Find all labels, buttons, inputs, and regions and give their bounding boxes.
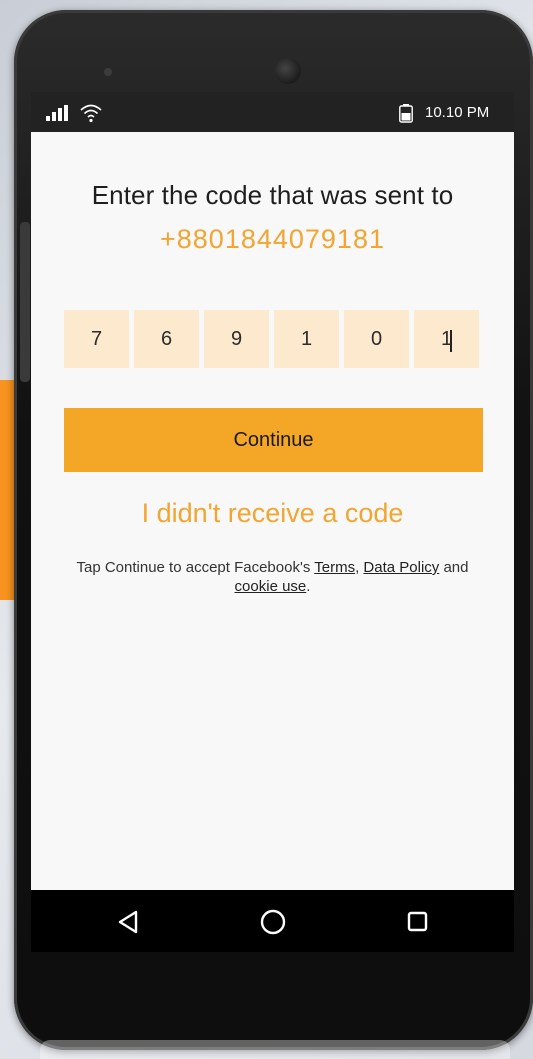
phone-number: +8801844079181 bbox=[160, 224, 385, 254]
code-digit-input[interactable]: 6 bbox=[134, 310, 199, 368]
terms-link[interactable]: Terms bbox=[314, 559, 355, 576]
code-digit-value: 9 bbox=[230, 327, 243, 350]
code-digit-input[interactable]: 1 bbox=[414, 310, 479, 368]
wifi-icon bbox=[80, 104, 102, 123]
code-digit-value: 1 bbox=[300, 327, 313, 350]
status-bar: 10.10 PM bbox=[31, 92, 514, 132]
code-digit-input[interactable]: 9 bbox=[204, 310, 269, 368]
surface-reflection bbox=[40, 1040, 510, 1059]
signal-icon bbox=[46, 105, 68, 121]
code-digit-value: 0 bbox=[370, 327, 383, 350]
legal-and: and bbox=[439, 559, 469, 576]
page-title: Enter the code that was sent to bbox=[91, 180, 454, 210]
side-button bbox=[20, 222, 30, 382]
resend-code-link[interactable]: I didn't receive a code bbox=[31, 498, 514, 529]
code-digit-value: 6 bbox=[160, 327, 173, 350]
legal-suffix: . bbox=[306, 578, 311, 595]
code-input-row: 7 6 9 1 0 1 bbox=[64, 310, 484, 368]
legal-notice: Tap Continue to accept Facebook's Terms,… bbox=[61, 558, 484, 596]
code-digit-input[interactable]: 1 bbox=[274, 310, 339, 368]
sensor-dot bbox=[104, 68, 112, 76]
recent-apps-icon[interactable] bbox=[407, 911, 428, 932]
data-policy-link[interactable]: Data Policy bbox=[363, 559, 439, 576]
continue-button[interactable]: Continue bbox=[64, 408, 483, 472]
phone-screen: 10.10 PM Enter the code that was sent to… bbox=[31, 92, 514, 952]
legal-prefix: Tap Continue to accept Facebook's bbox=[76, 559, 315, 576]
code-digit-value: 7 bbox=[90, 327, 103, 350]
battery-icon bbox=[399, 104, 413, 123]
back-icon[interactable] bbox=[117, 910, 139, 934]
text-cursor bbox=[450, 330, 452, 352]
code-digit-input[interactable]: 7 bbox=[64, 310, 129, 368]
front-camera bbox=[275, 58, 301, 84]
code-digit-input[interactable]: 0 bbox=[344, 310, 409, 368]
cookie-use-link[interactable]: cookie use bbox=[235, 578, 307, 595]
status-time: 10.10 PM bbox=[425, 104, 490, 121]
home-icon[interactable] bbox=[260, 909, 286, 935]
navigation-bar bbox=[31, 890, 514, 952]
